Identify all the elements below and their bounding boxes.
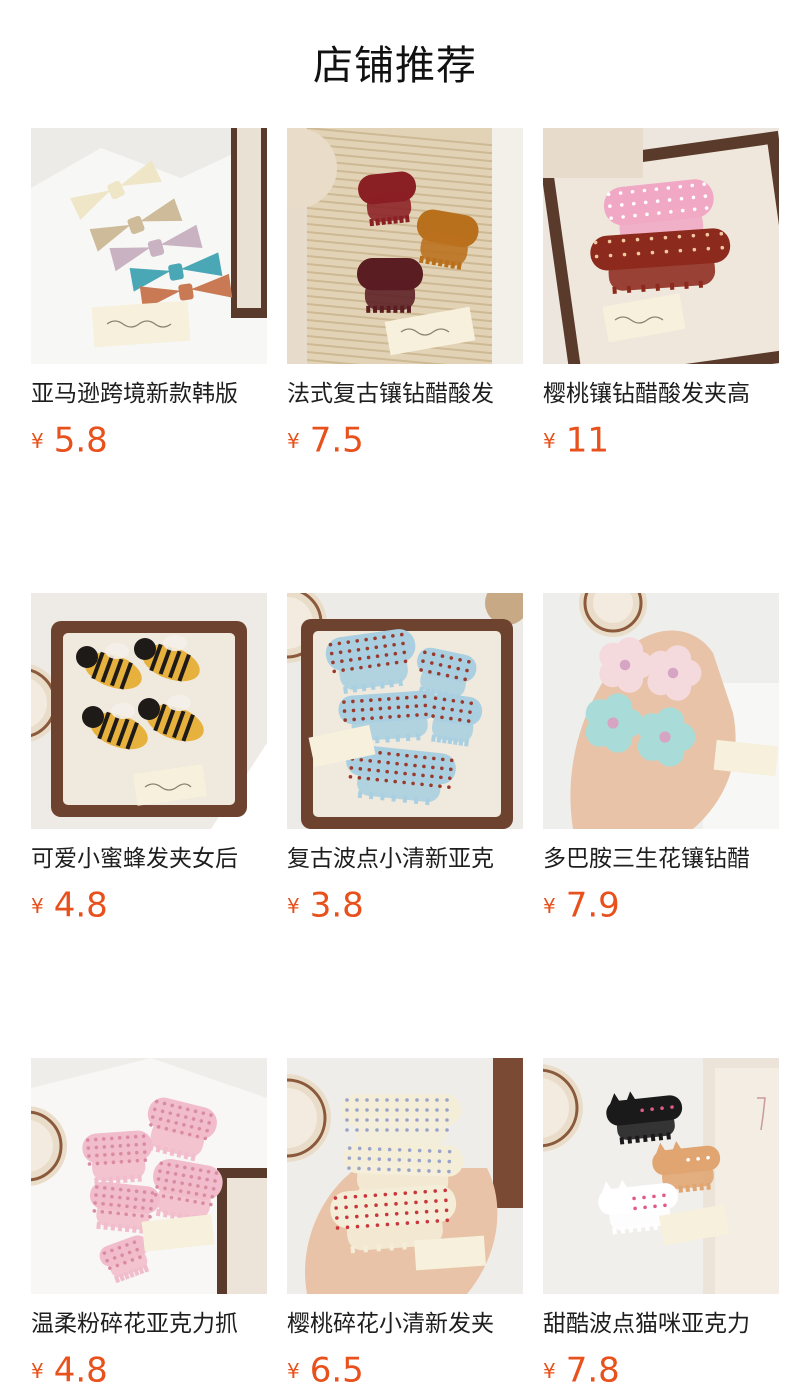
- product-photo: [543, 128, 779, 364]
- product-price: ¥4.8: [31, 885, 267, 926]
- product-photo: [287, 128, 523, 364]
- product-image[interactable]: [543, 593, 779, 829]
- product-photo: [543, 593, 779, 829]
- product-photo: [287, 1058, 523, 1294]
- product-price: ¥5.8: [31, 420, 267, 461]
- product-name[interactable]: 樱桃镶钻醋酸发夹高: [543, 378, 779, 410]
- product-card[interactable]: 亚马逊跨境新款韩版 ¥5.8: [31, 128, 267, 461]
- product-image[interactable]: [31, 1058, 267, 1294]
- price-amount: 11: [565, 420, 609, 461]
- product-name[interactable]: 温柔粉碎花亚克力抓: [31, 1308, 267, 1340]
- price-amount: 3.8: [309, 885, 364, 926]
- product-price: ¥6.5: [287, 1350, 523, 1391]
- product-image[interactable]: [287, 1058, 523, 1294]
- currency-symbol: ¥: [543, 1358, 556, 1383]
- currency-symbol: ¥: [31, 428, 44, 453]
- product-card[interactable]: 樱桃碎花小清新发夹 ¥6.5: [287, 1058, 523, 1391]
- price-amount: 5.8: [53, 420, 108, 461]
- product-price: ¥7.8: [543, 1350, 779, 1391]
- product-card[interactable]: 复古波点小清新亚克 ¥3.8: [287, 593, 523, 926]
- price-amount: 7.5: [309, 420, 364, 461]
- product-image[interactable]: [31, 128, 267, 364]
- product-card[interactable]: 法式复古镶钻醋酸发 ¥7.5: [287, 128, 523, 461]
- product-grid: 亚马逊跨境新款韩版 ¥5.8 法式复古镶钻醋酸发 ¥7.5 樱桃镶钻醋酸发夹高 …: [31, 128, 780, 1391]
- currency-symbol: ¥: [287, 428, 300, 453]
- currency-symbol: ¥: [287, 1358, 300, 1383]
- product-name[interactable]: 樱桃碎花小清新发夹: [287, 1308, 523, 1340]
- product-image[interactable]: [543, 1058, 779, 1294]
- product-price: ¥3.8: [287, 885, 523, 926]
- price-amount: 4.8: [53, 1350, 108, 1391]
- product-photo: [31, 128, 267, 364]
- product-image[interactable]: [287, 128, 523, 364]
- product-image[interactable]: [31, 593, 267, 829]
- product-name[interactable]: 多巴胺三生花镶钻醋: [543, 843, 779, 875]
- product-name[interactable]: 甜酷波点猫咪亚克力: [543, 1308, 779, 1340]
- product-name[interactable]: 亚马逊跨境新款韩版: [31, 378, 267, 410]
- product-image[interactable]: [543, 128, 779, 364]
- product-name[interactable]: 可爱小蜜蜂发夹女后: [31, 843, 267, 875]
- product-card[interactable]: 温柔粉碎花亚克力抓 ¥4.8: [31, 1058, 267, 1391]
- currency-symbol: ¥: [31, 1358, 44, 1383]
- currency-symbol: ¥: [543, 893, 556, 918]
- product-price: ¥4.8: [31, 1350, 267, 1391]
- product-card[interactable]: 甜酷波点猫咪亚克力 ¥7.8: [543, 1058, 779, 1391]
- currency-symbol: ¥: [31, 893, 44, 918]
- product-card[interactable]: 樱桃镶钻醋酸发夹高 ¥11: [543, 128, 779, 461]
- price-amount: 7.8: [565, 1350, 620, 1391]
- product-price: ¥7.9: [543, 885, 779, 926]
- price-amount: 4.8: [53, 885, 108, 926]
- product-photo: [287, 593, 523, 829]
- product-photo: [543, 1058, 779, 1294]
- product-image[interactable]: [287, 593, 523, 829]
- product-price: ¥11: [543, 420, 779, 461]
- product-photo: [31, 1058, 267, 1294]
- product-card[interactable]: 可爱小蜜蜂发夹女后 ¥4.8: [31, 593, 267, 926]
- price-amount: 6.5: [309, 1350, 364, 1391]
- product-photo: [31, 593, 267, 829]
- product-name[interactable]: 复古波点小清新亚克: [287, 843, 523, 875]
- currency-symbol: ¥: [287, 893, 300, 918]
- product-card[interactable]: 多巴胺三生花镶钻醋 ¥7.9: [543, 593, 779, 926]
- currency-symbol: ¥: [543, 428, 556, 453]
- page-title: 店铺推荐: [313, 43, 477, 89]
- product-name[interactable]: 法式复古镶钻醋酸发: [287, 378, 523, 410]
- price-amount: 7.9: [565, 885, 620, 926]
- product-price: ¥7.5: [287, 420, 523, 461]
